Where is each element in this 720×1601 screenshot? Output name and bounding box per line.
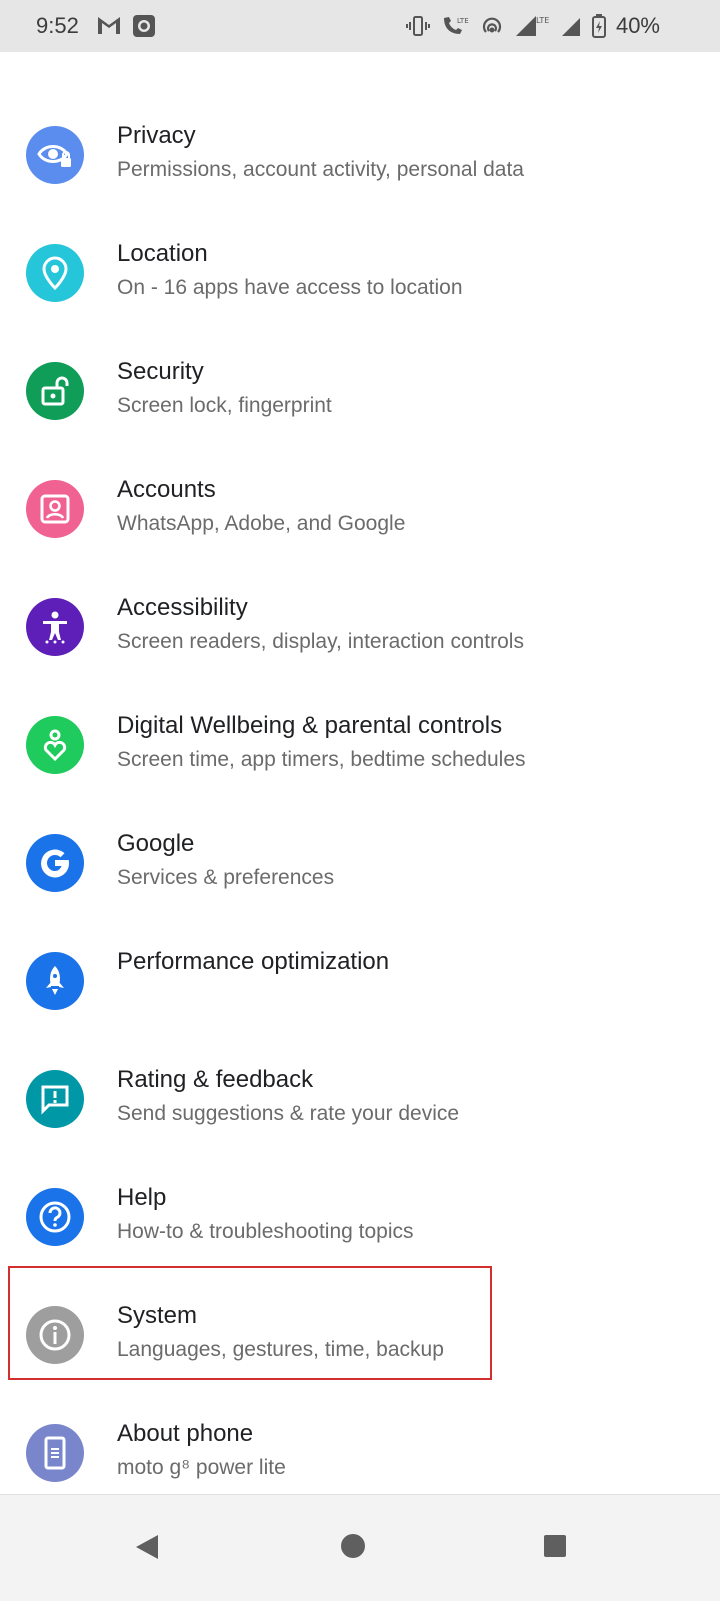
account-box-icon [26, 480, 84, 538]
gmail-icon [98, 17, 120, 34]
privacy-eye-icon [26, 126, 84, 184]
phone-icon [26, 1424, 84, 1482]
wellbeing-heart-icon [26, 716, 84, 774]
item-subtitle: Screen readers, display, interaction con… [117, 630, 524, 653]
lte-call-icon: LTE [443, 17, 469, 34]
rocket-icon [26, 952, 84, 1010]
item-title: Google [117, 830, 195, 857]
item-title: Digital Wellbeing & parental controls [117, 712, 503, 739]
item-subtitle: Send suggestions & rate your device [117, 1102, 460, 1125]
settings-item-help[interactable]: Help How-to & troubleshooting topics [0, 1158, 720, 1276]
notification-icons [96, 14, 156, 38]
settings-item-google[interactable]: Google Services & preferences [0, 804, 720, 922]
item-title: Security [117, 358, 204, 385]
highlight-box [8, 1266, 492, 1380]
signal-icon [561, 18, 580, 36]
item-subtitle: Services & preferences [117, 866, 335, 889]
item-subtitle: moto g⁸ power lite [117, 1456, 286, 1479]
settings-item-accounts[interactable]: Accounts WhatsApp, Adobe, and Google [0, 450, 720, 568]
status-bar: 9:52 LTE LTE 40% [0, 0, 720, 52]
navigation-bar [0, 1494, 720, 1601]
google-g-icon [26, 834, 84, 892]
camera-record-icon [133, 15, 155, 37]
settings-item-security[interactable]: Security Screen lock, fingerprint [0, 332, 720, 450]
battery-charging-icon [591, 14, 606, 38]
settings-item-performance[interactable]: Performance optimization [0, 922, 720, 1040]
back-icon[interactable] [134, 1533, 160, 1561]
signal-lte-icon: LTE [515, 16, 549, 36]
item-subtitle: Permissions, account activity, personal … [117, 158, 524, 181]
item-subtitle: On - 16 apps have access to location [117, 276, 463, 299]
settings-item-privacy[interactable]: Privacy Permissions, account activity, p… [0, 96, 720, 214]
item-title: Rating & feedback [117, 1066, 314, 1093]
item-title: Accessibility [117, 594, 248, 621]
settings-item-digital-wellbeing[interactable]: Digital Wellbeing & parental controls Sc… [0, 686, 720, 804]
system-icons: LTE LTE 40% [405, 13, 660, 39]
item-title: Location [117, 240, 208, 267]
accessibility-icon [26, 598, 84, 656]
item-title: Privacy [117, 122, 196, 149]
item-title: About phone [117, 1420, 254, 1447]
settings-item-rating-feedback[interactable]: Rating & feedback Send suggestions & rat… [0, 1040, 720, 1158]
item-subtitle: Screen time, app timers, bedtime schedul… [117, 748, 526, 771]
settings-item-location[interactable]: Location On - 16 apps have access to loc… [0, 214, 720, 332]
item-title: Performance optimization [117, 948, 390, 975]
recents-icon[interactable] [543, 1534, 567, 1558]
item-title: Accounts [117, 476, 216, 503]
feedback-icon [26, 1070, 84, 1128]
hotspot-icon [482, 17, 501, 33]
item-subtitle: Screen lock, fingerprint [117, 394, 332, 417]
settings-item-accessibility[interactable]: Accessibility Screen readers, display, i… [0, 568, 720, 686]
svg-text:LTE: LTE [536, 16, 549, 25]
home-icon[interactable] [340, 1533, 366, 1559]
lock-open-icon [26, 362, 84, 420]
status-time: 9:52 [36, 13, 79, 38]
item-subtitle: How-to & troubleshooting topics [117, 1220, 414, 1243]
battery-percent: 40% [615, 13, 660, 38]
item-title: Help [117, 1184, 167, 1211]
location-pin-icon [26, 244, 84, 302]
item-subtitle: WhatsApp, Adobe, and Google [117, 512, 406, 535]
svg-text:LTE: LTE [457, 17, 469, 25]
help-icon [26, 1188, 84, 1246]
vibrate-icon [405, 16, 430, 36]
